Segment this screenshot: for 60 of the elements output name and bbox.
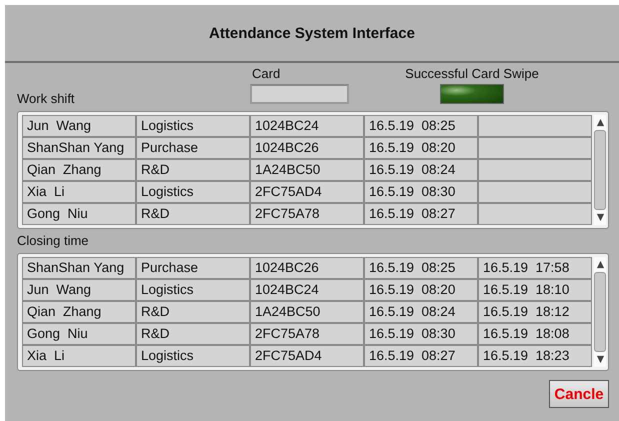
table-cell: Xia Li — [22, 181, 136, 203]
card-label: Card — [252, 66, 282, 82]
table-cell: 1024BC24 — [250, 279, 364, 301]
closing-time-label: Closing time — [17, 233, 89, 249]
table-cell: 1024BC26 — [250, 137, 364, 159]
scroll-down-icon[interactable] — [596, 355, 604, 364]
table-cell: Logistics — [136, 115, 250, 137]
table-cell: Gong Niu — [22, 323, 136, 345]
work-shift-label: Work shift — [17, 91, 75, 107]
table-cell: R&D — [136, 159, 250, 181]
scrollbar[interactable] — [594, 115, 606, 225]
card-field[interactable] — [250, 84, 349, 104]
table-cell: Purchase — [136, 137, 250, 159]
window-title: Attendance System Interface — [209, 24, 415, 42]
cancel-button[interactable]: Cancle — [549, 380, 609, 408]
table-cell: 16.5.19 08:30 — [364, 181, 478, 203]
table-cell: 16.5.19 08:27 — [364, 345, 478, 367]
table-cell: 16.5.19 08:27 — [364, 203, 478, 225]
table-cell: 16.5.19 08:25 — [364, 257, 478, 279]
table-cell: 2FC75AD4 — [250, 181, 364, 203]
table-cell: 16.5.19 08:20 — [364, 279, 478, 301]
scroll-thumb[interactable] — [594, 272, 606, 352]
scroll-up-icon[interactable] — [596, 118, 604, 127]
table-cell: Qian Zhang — [22, 159, 136, 181]
scrollbar[interactable] — [594, 257, 606, 367]
table-cell: Xia Li — [22, 345, 136, 367]
scroll-down-icon[interactable] — [596, 213, 604, 222]
table-cell: 16.5.19 08:20 — [364, 137, 478, 159]
table-cell: 1024BC24 — [250, 115, 364, 137]
table-cell: Logistics — [136, 181, 250, 203]
table-cell: 1A24BC50 — [250, 159, 364, 181]
table-cell: 16.5.19 08:24 — [364, 301, 478, 323]
table-cell: 16.5.19 08:25 — [364, 115, 478, 137]
table-cell: 2FC75AD4 — [250, 345, 364, 367]
table-cell: Purchase — [136, 257, 250, 279]
table-cell: 16.5.19 18:23 — [478, 345, 592, 367]
scroll-thumb[interactable] — [594, 130, 606, 210]
table-cell: 2FC75A78 — [250, 323, 364, 345]
table-cell: 16.5.19 08:30 — [364, 323, 478, 345]
table-cell: ShanShan Yang — [22, 257, 136, 279]
table-cell: Logistics — [136, 345, 250, 367]
table-cell: 1A24BC50 — [250, 301, 364, 323]
table-cell: Qian Zhang — [22, 301, 136, 323]
table-cell: 16.5.19 08:24 — [364, 159, 478, 181]
table-cell: Gong Niu — [22, 203, 136, 225]
table-cell: Logistics — [136, 279, 250, 301]
table-cell: 16.5.19 18:08 — [478, 323, 592, 345]
scroll-up-icon[interactable] — [596, 260, 604, 269]
swipe-indicator-label: Successful Card Swipe — [405, 66, 539, 82]
table-cell: R&D — [136, 203, 250, 225]
table-cell: R&D — [136, 323, 250, 345]
table-cell: Jun Wang — [22, 279, 136, 301]
table-cell: Jun Wang — [22, 115, 136, 137]
table-cell: 16.5.19 18:10 — [478, 279, 592, 301]
table-cell: ShanShan Yang — [22, 137, 136, 159]
table-cell: 1024BC26 — [250, 257, 364, 279]
table-cell: 16.5.19 17:58 — [478, 257, 592, 279]
table-cell: 16.5.19 18:12 — [478, 301, 592, 323]
table-cell: 2FC75A78 — [250, 203, 364, 225]
table-cell: R&D — [136, 301, 250, 323]
